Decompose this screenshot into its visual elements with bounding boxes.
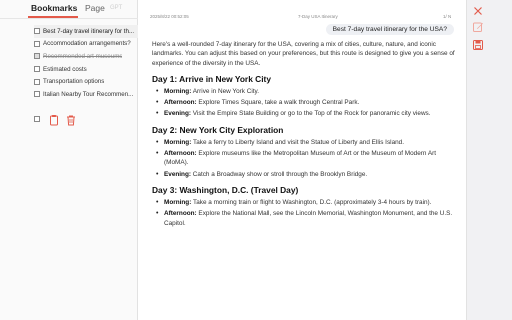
response-intro: Here's a well-rounded 7-day itinerary fo… [152, 41, 455, 67]
clipboard-icon[interactable] [48, 113, 60, 126]
save-icon[interactable] [472, 38, 484, 50]
page-counter: 1/ N [443, 14, 452, 19]
day-heading: Day 2: New York City Exploration [152, 124, 284, 135]
bookmark-item[interactable]: Estimated costs [34, 63, 138, 76]
itinerary-item: Afternoon: Explore Times Square, take a … [152, 98, 458, 108]
select-all-checkbox[interactable] [34, 116, 40, 122]
itinerary-item: Morning: Take a ferry to Liberty Island … [152, 138, 458, 148]
bookmark-actions [34, 113, 82, 126]
bookmark-checkbox[interactable] [34, 91, 40, 98]
bookmark-checkbox[interactable] [34, 40, 40, 47]
edit-icon[interactable] [472, 20, 484, 32]
close-icon[interactable] [472, 4, 484, 16]
bookmark-item[interactable]: Accommodation arrangements? [34, 38, 138, 51]
bookmark-item[interactable]: Italian Nearby Tour Recommen... [34, 88, 138, 101]
bookmark-label: Estimated costs [43, 65, 87, 73]
tab-bookmarks[interactable]: Bookmarks [31, 3, 77, 13]
bookmark-checkbox[interactable] [34, 66, 40, 73]
trash-icon[interactable] [65, 113, 77, 126]
tab-page[interactable]: Page [85, 3, 105, 13]
bookmark-label: Recommended art museums [43, 52, 123, 60]
bookmark-item[interactable]: Transportation options [34, 75, 138, 88]
day-heading: Day 3: Washington, D.C. (Travel Day) [152, 184, 299, 195]
itinerary-item: Evening: Catch a Broadway show or stroll… [152, 170, 458, 180]
itinerary-item: Afternoon: Explore the National Mall, se… [152, 209, 458, 228]
day-heading: Day 1: Arrive in New York City [152, 73, 271, 84]
bookmark-checkbox[interactable] [34, 78, 40, 85]
day-items: Morning: Take a morning train or flight … [152, 198, 458, 228]
bookmark-item[interactable]: Best 7-day travel itinerary for th... [34, 25, 138, 38]
bookmark-checkbox[interactable] [34, 53, 40, 60]
day-items: Morning: Arrive in New York City. Aftern… [152, 87, 458, 119]
document-title: 7-Day USA Itinerary [298, 14, 338, 19]
itinerary-item: Afternoon: Explore museums like the Metr… [152, 149, 458, 168]
document-timestamp: 2025/8/22 00:52:05 [150, 14, 189, 19]
bookmark-label: Transportation options [43, 78, 105, 86]
tab-divider [0, 18, 138, 19]
itinerary-item: Morning: Arrive in New York City. [152, 87, 458, 97]
tab-gpt[interactable]: GPT [110, 5, 122, 11]
bookmark-label: Best 7-day travel itinerary for th... [43, 27, 135, 35]
bookmarks-panel: Bookmarks Page GPT Best 7-day travel iti… [0, 0, 138, 320]
assistant-response: Here's a well-rounded 7-day itinerary fo… [152, 40, 458, 230]
chat-document: 2025/8/22 00:52:05 7-Day USA Itinerary 1… [138, 0, 466, 320]
document-header: 2025/8/22 00:52:05 7-Day USA Itinerary 1… [138, 0, 466, 24]
user-message-bubble: Best 7-day travel itinerary for the USA? [325, 24, 454, 35]
day-items: Morning: Take a ferry to Liberty Island … [152, 138, 458, 179]
bookmark-list: Best 7-day travel itinerary for th... Ac… [34, 25, 138, 101]
bookmark-label: Italian Nearby Tour Recommen... [43, 90, 134, 98]
panel-tabs: Bookmarks Page GPT [0, 0, 138, 18]
itinerary-item: Morning: Take a morning train or flight … [152, 198, 458, 208]
itinerary-item: Evening: Visit the Empire State Building… [152, 109, 458, 119]
right-toolbar [466, 0, 512, 320]
bookmark-item[interactable]: Recommended art museums [34, 50, 138, 63]
bookmark-label: Accommodation arrangements? [43, 40, 131, 48]
bookmark-checkbox[interactable] [34, 28, 40, 35]
